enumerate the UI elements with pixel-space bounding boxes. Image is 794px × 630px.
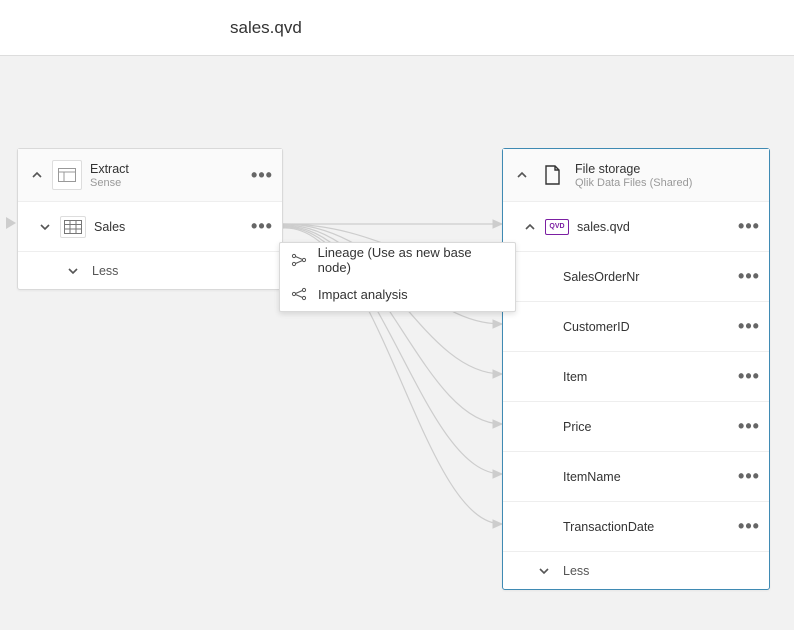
page-title: sales.qvd [230, 18, 302, 38]
page-header: sales.qvd [0, 0, 794, 56]
impact-icon [290, 285, 308, 303]
context-menu: Lineage (Use as new base node) Impact an… [279, 242, 516, 312]
chevron-down-icon [62, 260, 84, 282]
table-icon [60, 216, 86, 238]
source-card: Extract Sense ••• Sales ••• Less [17, 148, 283, 290]
field-menu-button[interactable]: ••• [737, 465, 761, 489]
chevron-down-icon [533, 560, 555, 582]
field-name: SalesOrderNr [563, 270, 737, 284]
field-row[interactable]: Item ••• [503, 351, 769, 401]
field-row[interactable]: TransactionDate ••• [503, 501, 769, 551]
chevron-up-icon[interactable] [511, 164, 533, 186]
source-table-name: Sales [94, 220, 250, 234]
menu-item-label: Impact analysis [318, 287, 408, 302]
field-row[interactable]: SalesOrderNr ••• [503, 251, 769, 301]
target-file-menu-button[interactable]: ••• [737, 215, 761, 239]
menu-item-label: Lineage (Use as new base node) [318, 245, 505, 275]
field-row[interactable]: ItemName ••• [503, 451, 769, 501]
field-row[interactable]: CustomerID ••• [503, 301, 769, 351]
source-table-row[interactable]: Sales ••• [18, 201, 282, 251]
target-card: File storage Qlik Data Files (Shared) QV… [502, 148, 770, 590]
field-menu-button[interactable]: ••• [737, 365, 761, 389]
field-row[interactable]: Price ••• [503, 401, 769, 451]
menu-item-impact[interactable]: Impact analysis [280, 277, 515, 311]
file-icon [537, 160, 567, 190]
target-file-name: sales.qvd [577, 220, 737, 234]
source-title: Extract [90, 162, 250, 176]
target-subtitle: Qlik Data Files (Shared) [575, 177, 761, 189]
field-menu-button[interactable]: ••• [737, 315, 761, 339]
menu-item-lineage[interactable]: Lineage (Use as new base node) [280, 243, 515, 277]
qvd-badge-icon: QVD [545, 219, 569, 235]
target-card-header[interactable]: File storage Qlik Data Files (Shared) [503, 149, 769, 201]
chevron-up-icon[interactable] [519, 216, 541, 238]
field-name: Price [563, 420, 737, 434]
field-menu-button[interactable]: ••• [737, 515, 761, 539]
source-less-label: Less [92, 264, 118, 278]
source-subtitle: Sense [90, 177, 250, 189]
field-menu-button[interactable]: ••• [737, 415, 761, 439]
target-file-row[interactable]: QVD sales.qvd ••• [503, 201, 769, 251]
app-icon [52, 160, 82, 190]
field-menu-button[interactable]: ••• [737, 265, 761, 289]
field-name: CustomerID [563, 320, 737, 334]
chevron-down-icon[interactable] [34, 216, 56, 238]
target-less-label: Less [563, 564, 589, 578]
incoming-edge-arrow [6, 217, 16, 229]
field-name: Item [563, 370, 737, 384]
source-card-header[interactable]: Extract Sense ••• [18, 149, 282, 201]
lineage-icon [290, 251, 308, 269]
target-title: File storage [575, 162, 761, 176]
source-less-row[interactable]: Less [18, 251, 282, 289]
field-name: ItemName [563, 470, 737, 484]
field-name: TransactionDate [563, 520, 737, 534]
source-table-menu-button[interactable]: ••• [250, 215, 274, 239]
lineage-canvas: Extract Sense ••• Sales ••• Less [0, 56, 794, 630]
source-header-menu-button[interactable]: ••• [250, 163, 274, 187]
chevron-up-icon[interactable] [26, 164, 48, 186]
target-less-row[interactable]: Less [503, 551, 769, 589]
